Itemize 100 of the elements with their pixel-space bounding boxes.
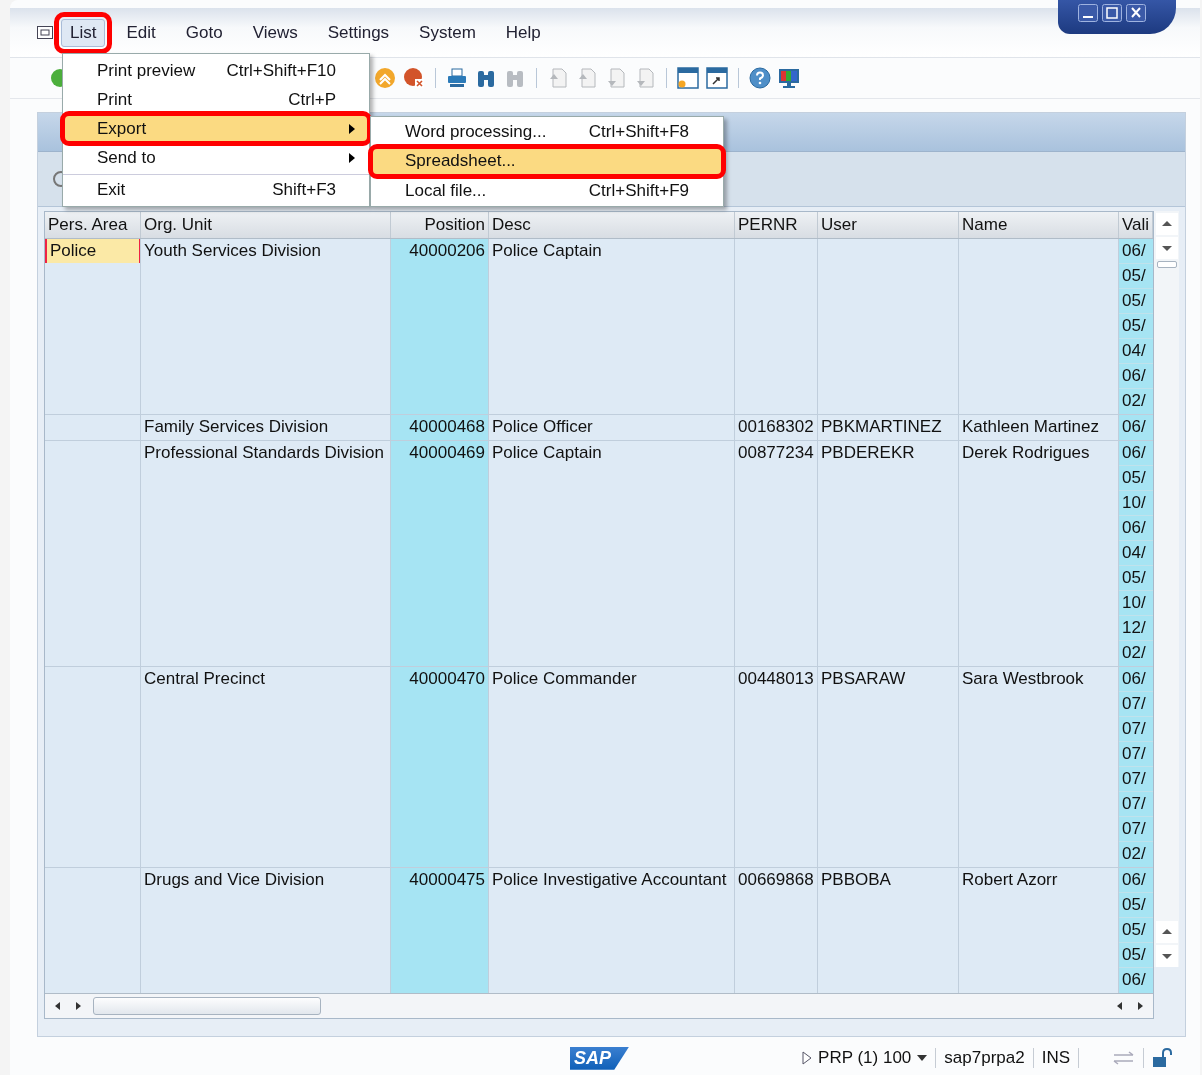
column-header[interactable]: PERNR: [735, 211, 818, 238]
position-cell: 40000469: [391, 440, 489, 666]
column-header[interactable]: Name: [959, 211, 1119, 238]
submenu-arrow-icon: [349, 123, 355, 134]
menu-item[interactable]: Exit Shift+F3: [63, 174, 369, 204]
system-menu-icon[interactable]: [37, 26, 53, 40]
valid-date-cell: 05/: [1119, 892, 1153, 918]
valid-date-cell: 05/: [1119, 263, 1153, 289]
menu-shortcut: Ctrl+Shift+F8: [588, 121, 689, 142]
padlock-icon[interactable]: [1152, 1048, 1172, 1069]
menu-item[interactable]: Word processing... Ctrl+Shift+F8: [371, 117, 723, 147]
play-icon[interactable]: [802, 1051, 813, 1066]
monitor-icon[interactable]: [778, 67, 800, 90]
submenu-arrow-icon: [349, 152, 355, 163]
valid-date-cell: 05/: [1119, 917, 1153, 943]
valid-date-cell: 02/: [1119, 640, 1153, 666]
menu-item[interactable]: Local file... Ctrl+Shift+F9: [371, 176, 723, 206]
valid-date-cell: 05/: [1119, 565, 1153, 591]
menu-item[interactable]: Send to: [63, 143, 369, 172]
position-cell: 40000206: [391, 238, 489, 414]
valid-date-cell: 07/: [1119, 766, 1153, 792]
column-header[interactable]: Vali: [1119, 211, 1153, 238]
column-header[interactable]: Desc: [489, 211, 735, 238]
org-unit-cell: Professional Standards Division: [141, 440, 391, 666]
system-info[interactable]: PRP (1) 100: [818, 1048, 912, 1069]
user-cell: PBBOBA: [818, 867, 959, 993]
position-cell: 40000468: [391, 414, 489, 440]
menu-label: Local file...: [405, 180, 487, 201]
menu-item[interactable]: Goto: [176, 18, 232, 47]
desc-cell: Police Captain: [489, 238, 735, 414]
menu-item[interactable]: System: [410, 18, 485, 47]
menu-item[interactable]: Print preview Ctrl+Shift+F10: [63, 56, 369, 85]
column-header[interactable]: Position: [391, 211, 489, 238]
menu-item[interactable]: Settings: [318, 18, 399, 47]
minimize-icon[interactable]: [1078, 4, 1098, 22]
name-cell: Derek Rodrigues: [959, 440, 1119, 666]
scrollbar-thumb[interactable]: [1156, 260, 1177, 268]
selected-cell[interactable]: Police: [45, 238, 140, 263]
pernr-cell: 00448013: [735, 666, 818, 867]
valid-date-cell: 07/: [1119, 691, 1153, 717]
valid-date-cell: 07/: [1119, 741, 1153, 767]
printer-icon[interactable]: [446, 67, 468, 90]
user-cell: PBSARAW: [818, 666, 959, 867]
menu-label: Print preview: [97, 60, 196, 81]
new-window-icon[interactable]: [677, 67, 699, 90]
help-icon[interactable]: [749, 67, 771, 90]
scroll-down-button[interactable]: [1155, 944, 1178, 967]
cancel-icon[interactable]: [403, 67, 425, 90]
valid-date-cell: 06/: [1119, 666, 1153, 692]
valid-date-cell: 06/: [1119, 238, 1153, 264]
scroll-down-button[interactable]: [1155, 236, 1178, 259]
desc-cell: Police Officer: [489, 414, 735, 440]
column-header[interactable]: Pers. Area: [45, 211, 141, 238]
valid-date-cell: 07/: [1119, 791, 1153, 817]
scroll-up-button[interactable]: [1155, 920, 1178, 943]
valid-date-cell: 12/: [1119, 615, 1153, 641]
menu-item[interactable]: Export: [63, 114, 369, 143]
valid-date-cell: 04/: [1119, 540, 1153, 566]
menu-label: Send to: [97, 147, 156, 168]
menu-item[interactable]: Print Ctrl+P: [63, 85, 369, 114]
valid-date-cell: 02/: [1119, 841, 1153, 867]
maximize-icon[interactable]: [1102, 4, 1122, 22]
user-cell: PBDEREKR: [818, 440, 959, 666]
menu-item[interactable]: Views: [243, 18, 307, 47]
menu-item[interactable]: Spreadsheet...: [371, 146, 723, 176]
name-cell: Robert Azorr: [959, 867, 1119, 993]
org-unit-cell: Family Services Division: [141, 414, 391, 440]
desc-cell: Police Captain: [489, 440, 735, 666]
org-unit-cell: Drugs and Vice Division: [141, 867, 391, 993]
valid-date-cell: 10/: [1119, 490, 1153, 516]
valid-date-cell: 06/: [1119, 363, 1153, 389]
pernr-cell: 00168302: [735, 414, 818, 440]
menu-label: Exit: [97, 179, 126, 200]
menu-shortcut: Ctrl+P: [288, 89, 336, 110]
menu-shortcut: Shift+F3: [272, 179, 336, 200]
menu-label: Export: [97, 118, 147, 139]
column-header[interactable]: Org. Unit: [141, 211, 391, 238]
server-name: sap7prpa2: [944, 1048, 1025, 1069]
valid-date-cell: 06/: [1119, 440, 1153, 466]
valid-date-cell: 06/: [1119, 515, 1153, 541]
column-header[interactable]: User: [818, 211, 959, 238]
desc-cell: Police Commander: [489, 666, 735, 867]
scrollbar-thumb[interactable]: [93, 996, 321, 1015]
valid-date-cell: 07/: [1119, 716, 1153, 742]
name-cell: Sara Westbrook: [959, 666, 1119, 867]
close-icon[interactable]: [1126, 4, 1146, 22]
shortcut-window-icon[interactable]: [706, 67, 728, 90]
dropdown-icon[interactable]: [917, 1055, 928, 1062]
scroll-up-button[interactable]: [1155, 212, 1178, 235]
menu-item[interactable]: Help: [496, 18, 550, 47]
desc-cell: Police Investigative Accountant: [489, 867, 735, 993]
valid-date-cell: 05/: [1119, 288, 1153, 314]
menu-shortcut: Ctrl+Shift+F9: [588, 180, 689, 201]
valid-date-cell: 04/: [1119, 338, 1153, 364]
valid-date-cell: 07/: [1119, 816, 1153, 842]
pernr-cell: 00877234: [735, 440, 818, 666]
valid-date-cell: 10/: [1119, 590, 1153, 616]
menu-item[interactable]: Edit: [117, 18, 165, 47]
valid-date-cell: 06/: [1119, 414, 1153, 440]
position-cell: 40000475: [391, 867, 489, 993]
